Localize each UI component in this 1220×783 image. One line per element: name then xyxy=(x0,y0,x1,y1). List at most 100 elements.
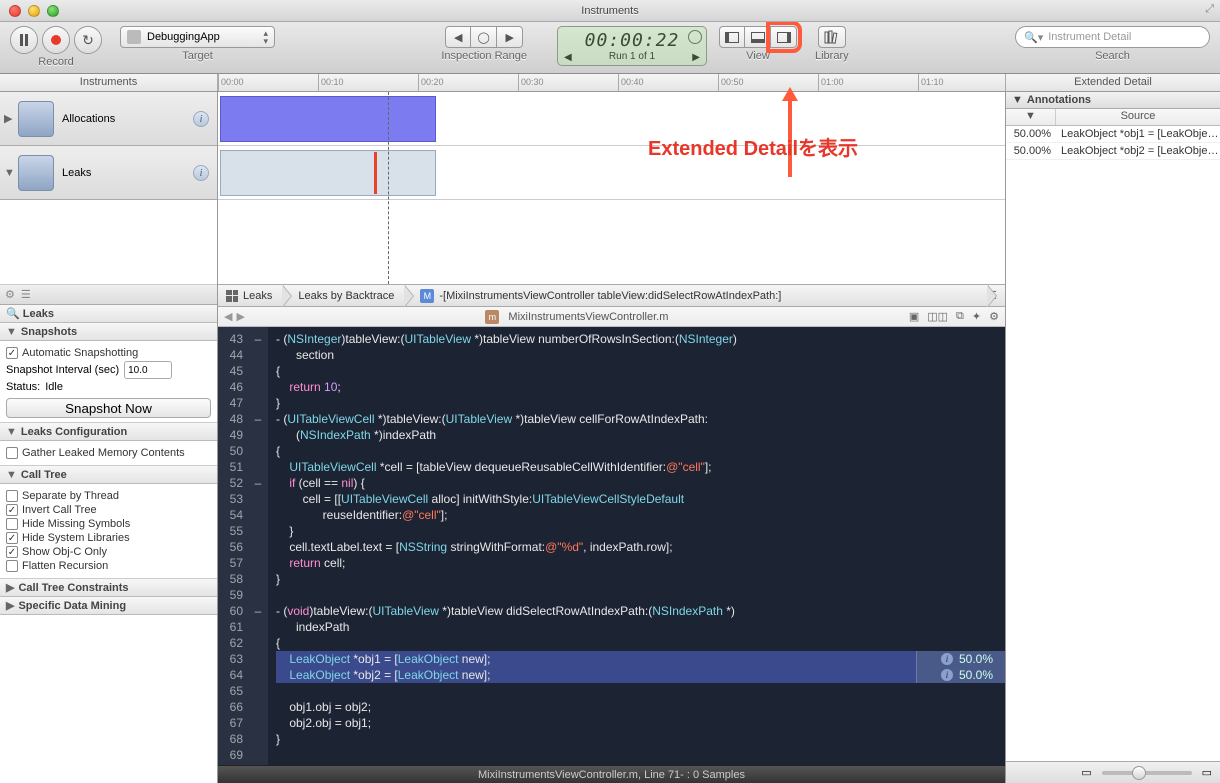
code-line[interactable]: @end xyxy=(276,763,1005,765)
view-right-button[interactable] xyxy=(771,26,797,48)
code-line[interactable]: } xyxy=(276,395,1005,411)
code-line[interactable]: - (UITableViewCell *)tableView:(UITableV… xyxy=(276,411,1005,427)
code-line[interactable]: } xyxy=(276,571,1005,587)
record-label: Record xyxy=(38,56,73,68)
file-gear-icon[interactable]: ✦ xyxy=(972,310,981,323)
jump-backtrace[interactable]: Leaks by Backtrace xyxy=(282,285,404,307)
data-mining-header[interactable]: ▶Specific Data Mining xyxy=(0,597,217,615)
interval-stepper[interactable]: 10.0 xyxy=(124,361,172,379)
code-line[interactable]: cell = [[UITableViewCell alloc] initWith… xyxy=(276,491,1005,507)
info-icon[interactable]: i xyxy=(193,111,209,127)
col-source[interactable]: Source xyxy=(1056,109,1220,125)
show-objc-checkbox[interactable]: Show Obj-C Only xyxy=(6,546,211,558)
leaks-lane[interactable] xyxy=(218,146,1005,200)
code-line[interactable]: (NSIndexPath *)indexPath xyxy=(276,427,1005,443)
allocations-lane[interactable] xyxy=(218,92,1005,146)
code-line[interactable]: } xyxy=(276,731,1005,747)
code-line[interactable]: { xyxy=(276,635,1005,651)
code-line[interactable]: UITableViewCell *cell = [tableView deque… xyxy=(276,459,1005,475)
code-line[interactable]: LeakObject *obj1 = [LeakObject new]; xyxy=(276,651,1005,667)
status-bar: MixiInstrumentsViewController.m, Line 71… xyxy=(218,765,1005,783)
info-icon[interactable]: i xyxy=(193,165,209,181)
source-editor[interactable]: 4344454647484950515253545556575859606162… xyxy=(218,327,1005,765)
nav-fwd-icon[interactable]: ▶ xyxy=(236,310,244,323)
code-line[interactable]: { xyxy=(276,443,1005,459)
zoom-slider[interactable] xyxy=(1102,771,1192,775)
target-value: DebuggingApp xyxy=(147,31,220,43)
jump-method[interactable]: M-[MixiInstrumentsViewController tableVi… xyxy=(404,285,987,307)
snapshot-now-button[interactable]: Snapshot Now xyxy=(6,398,211,418)
constraints-header[interactable]: ▶Call Tree Constraints xyxy=(0,579,217,597)
auto-snapshot-checkbox[interactable]: Automatic Snapshotting xyxy=(6,347,211,359)
code-line[interactable]: return cell; xyxy=(276,555,1005,571)
code-line[interactable] xyxy=(276,683,1005,699)
hide-missing-checkbox[interactable]: Hide Missing Symbols xyxy=(6,518,211,530)
code-line[interactable]: indexPath xyxy=(276,619,1005,635)
file-settings-icon[interactable]: ⚙ xyxy=(989,310,999,323)
col-hash[interactable]: ▼ xyxy=(1006,109,1056,125)
split-view-icon[interactable]: ◫◫ xyxy=(927,310,948,323)
range-right-button[interactable]: ▶ xyxy=(497,26,523,48)
zoom-in-icon[interactable]: ▭ xyxy=(1202,766,1212,779)
view-mode-icon[interactable]: ☰ xyxy=(21,288,31,301)
code-line[interactable]: return 10; xyxy=(276,379,1005,395)
annotations-header[interactable]: ▼Annotations xyxy=(1006,92,1220,109)
search-input[interactable]: 🔍▾ Instrument Detail xyxy=(1015,26,1210,48)
record-button[interactable] xyxy=(42,26,70,54)
nav-back-icon[interactable]: ◀ xyxy=(224,310,232,323)
instrument-row-leaks[interactable]: ▼Leaksi xyxy=(0,146,217,200)
code-line[interactable]: cell.textLabel.text = [NSString stringWi… xyxy=(276,539,1005,555)
timeline-ruler[interactable]: 00:0000:1000:2000:3000:4000:5001:0001:10… xyxy=(218,74,1005,91)
playhead[interactable] xyxy=(388,92,389,284)
info-icon[interactable]: i xyxy=(941,653,953,665)
range-clear-button[interactable]: ◯ xyxy=(471,26,497,48)
code-line[interactable]: reuseIdentifier:@"cell"]; xyxy=(276,507,1005,523)
pause-button[interactable] xyxy=(10,26,38,54)
code-line[interactable]: obj1.obj = obj2; xyxy=(276,699,1005,715)
target-selector[interactable]: DebuggingApp ▴▾ xyxy=(120,26,275,48)
file-action-icon[interactable]: ▣ xyxy=(909,310,919,323)
view-left-button[interactable] xyxy=(719,26,745,48)
library-button[interactable] xyxy=(818,26,846,48)
annotation-row[interactable]: 50.00%LeakObject *obj2 = [LeakObjec... xyxy=(1006,143,1220,160)
jump-root[interactable]: Leaks xyxy=(218,285,282,307)
leaks-config-header[interactable]: ▼Leaks Configuration xyxy=(0,423,217,441)
disclosure-icon[interactable]: ▶ xyxy=(4,112,12,125)
next-run-button[interactable]: ▶ xyxy=(692,52,700,63)
prev-run-button[interactable]: ◀ xyxy=(564,52,572,63)
zoom-out-icon[interactable]: ▭ xyxy=(1081,766,1091,779)
code-line[interactable]: obj2.obj = obj1; xyxy=(276,715,1005,731)
instrument-icon xyxy=(18,101,54,137)
code-line[interactable]: - (NSInteger)tableView:(UITableView *)ta… xyxy=(276,331,1005,347)
view-label: View xyxy=(746,50,770,62)
disclosure-icon[interactable]: ▼ xyxy=(4,167,15,179)
code-line[interactable]: LeakObject *obj2 = [LeakObject new]; xyxy=(276,667,1005,683)
code-line[interactable] xyxy=(276,587,1005,603)
hide-system-checkbox[interactable]: Hide System Libraries xyxy=(6,532,211,544)
instrument-row-allocations[interactable]: ▶Allocationsi xyxy=(0,92,217,146)
counterpart-icon[interactable]: ⧉ xyxy=(956,310,964,323)
range-left-button[interactable]: ◀ xyxy=(445,26,471,48)
fullscreen-icon[interactable]: ⤢ xyxy=(1205,3,1214,16)
code-line[interactable]: - (void)tableView:(UITableView *)tableVi… xyxy=(276,603,1005,619)
settings-icon[interactable]: ⚙ xyxy=(5,288,15,301)
code-line[interactable]: { xyxy=(276,363,1005,379)
annotation-row[interactable]: 50.00%LeakObject *obj1 = [LeakObjec... xyxy=(1006,126,1220,143)
snapshots-header[interactable]: ▼Snapshots xyxy=(0,323,217,341)
call-tree-header[interactable]: ▼Call Tree xyxy=(0,466,217,484)
code-line[interactable]: section xyxy=(276,347,1005,363)
window-titlebar: Instruments ⤢ xyxy=(0,0,1220,22)
flatten-recursion-checkbox[interactable]: Flatten Recursion xyxy=(6,560,211,572)
view-bottom-button[interactable] xyxy=(745,26,771,48)
detail-selector[interactable]: 🔍 Leaks xyxy=(0,305,217,323)
filename: MixiInstrumentsViewController.m xyxy=(508,311,668,323)
code-line[interactable]: } xyxy=(276,523,1005,539)
info-icon[interactable]: i xyxy=(941,669,953,681)
track-area[interactable]: Extended Detailを表示 xyxy=(218,92,1005,285)
code-line[interactable]: if (cell == nil) { xyxy=(276,475,1005,491)
loop-button[interactable]: ↻ xyxy=(74,26,102,54)
separate-thread-checkbox[interactable]: Separate by Thread xyxy=(6,490,211,502)
code-line[interactable] xyxy=(276,747,1005,763)
gather-leaked-checkbox[interactable]: Gather Leaked Memory Contents xyxy=(6,447,211,459)
invert-call-tree-checkbox[interactable]: Invert Call Tree xyxy=(6,504,211,516)
